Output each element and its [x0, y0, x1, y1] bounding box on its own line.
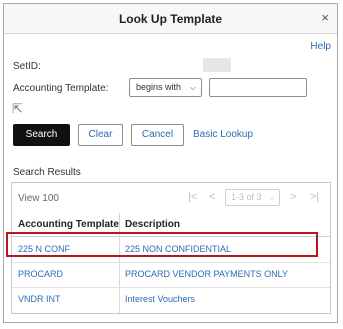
table-row[interactable]: PROCARD PROCARD VENDOR PAYMENTS ONLY: [12, 262, 330, 288]
search-results-title: Search Results: [13, 167, 81, 178]
chevron-down-icon: ⌵: [268, 193, 275, 202]
help-link[interactable]: Help: [310, 41, 331, 52]
accounting-template-input[interactable]: [209, 78, 307, 97]
next-page-icon[interactable]: >: [290, 191, 296, 203]
first-page-icon[interactable]: |<: [188, 191, 197, 203]
template-cell[interactable]: PROCARD: [18, 269, 63, 279]
table-header: Accounting Template Description: [12, 213, 330, 237]
page-indicator: 1-3 of 3: [231, 192, 262, 202]
accounting-template-label: Accounting Template:: [13, 83, 109, 94]
table-row[interactable]: 225 N CONF 225 NON CONFIDENTIAL: [12, 237, 330, 263]
operator-select[interactable]: begins with ⌵: [129, 78, 202, 97]
description-cell[interactable]: PROCARD VENDOR PAYMENTS ONLY: [125, 269, 288, 279]
view-100-link[interactable]: View 100: [18, 193, 59, 204]
description-cell[interactable]: Interest Vouchers: [125, 294, 195, 304]
description-cell[interactable]: 225 NON CONFIDENTIAL: [125, 244, 231, 254]
dialog-title: Look Up Template: [118, 12, 223, 26]
search-button[interactable]: Search: [13, 124, 70, 146]
table-row[interactable]: VNDR INT Interest Vouchers: [12, 287, 330, 312]
chevron-down-icon: ⌵: [189, 83, 196, 92]
grid-pager: View 100 |< < 1-3 of 3 ⌵ > >|: [12, 183, 330, 214]
close-icon[interactable]: ×: [321, 10, 329, 25]
dialog-titlebar: Look Up Template ×: [4, 4, 337, 34]
column-header-description[interactable]: Description: [125, 219, 180, 230]
column-header-accounting-template[interactable]: Accounting Template: [18, 219, 119, 230]
page-select[interactable]: 1-3 of 3 ⌵: [225, 189, 280, 206]
lookup-dialog: Look Up Template × Help SetID: Accountin…: [3, 3, 338, 323]
template-cell[interactable]: 225 N CONF: [18, 244, 70, 254]
results-grid: View 100 |< < 1-3 of 3 ⌵ > >| Accounting…: [11, 182, 331, 314]
cancel-button[interactable]: Cancel: [131, 124, 184, 146]
prev-page-icon[interactable]: <: [209, 191, 215, 203]
setid-label: SetID:: [13, 61, 41, 72]
clear-button[interactable]: Clear: [78, 124, 123, 146]
basic-lookup-link[interactable]: Basic Lookup: [193, 129, 253, 140]
operator-select-value: begins with: [136, 82, 182, 92]
last-page-icon[interactable]: >|: [310, 191, 319, 203]
setid-value: [203, 58, 231, 72]
template-cell[interactable]: VNDR INT: [18, 294, 61, 304]
mouse-pointer-icon: ⇱: [12, 101, 23, 116]
